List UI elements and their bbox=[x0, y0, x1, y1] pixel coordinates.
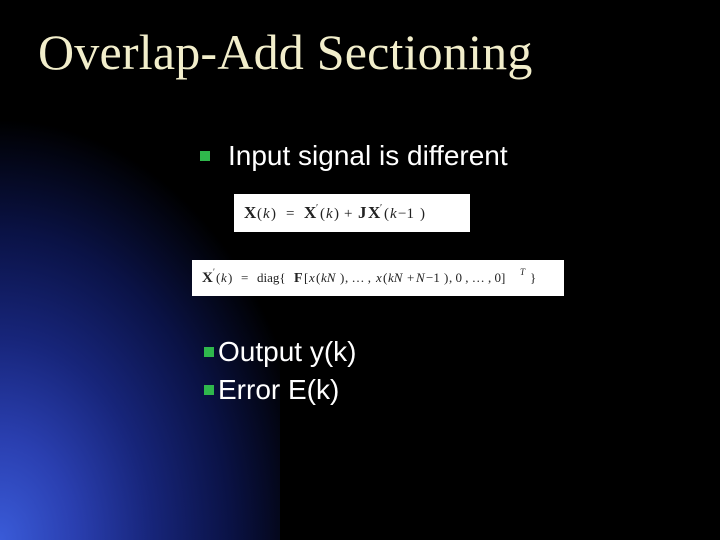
svg-text:k: k bbox=[263, 206, 270, 222]
svg-text:X: X bbox=[202, 270, 213, 286]
svg-text:}: } bbox=[530, 270, 536, 285]
svg-text:x: x bbox=[308, 270, 315, 285]
bullet-text-error: Error E(k) bbox=[218, 374, 339, 406]
svg-text:[: [ bbox=[304, 270, 308, 285]
svg-text:+: + bbox=[407, 270, 414, 285]
square-bullet-icon bbox=[200, 151, 210, 161]
equation-2-container: X ′ ( k ) = diag{ F [ x ( kN ) , … , bbox=[192, 260, 690, 296]
svg-text:k: k bbox=[390, 206, 397, 222]
svg-text:diag{: diag{ bbox=[257, 270, 286, 285]
svg-text:): ) bbox=[444, 270, 448, 285]
svg-text:): ) bbox=[340, 270, 344, 285]
svg-text:(: ( bbox=[384, 206, 389, 222]
svg-text:=: = bbox=[241, 270, 248, 285]
svg-text:(: ( bbox=[316, 270, 320, 285]
slide-body: Input signal is different X ( k ) = X ′ … bbox=[200, 140, 690, 412]
svg-text:F: F bbox=[294, 271, 303, 286]
svg-text:−1: −1 bbox=[398, 206, 414, 222]
svg-text:, … ,: , … , bbox=[345, 270, 371, 285]
svg-text:′: ′ bbox=[316, 203, 318, 214]
svg-text:x: x bbox=[375, 270, 382, 285]
svg-text:(: ( bbox=[320, 206, 325, 222]
svg-text:J: J bbox=[358, 203, 367, 222]
svg-text:+: + bbox=[344, 206, 352, 222]
lower-bullets: Output y(k) Error E(k) bbox=[204, 336, 690, 406]
svg-text:T: T bbox=[520, 267, 526, 277]
svg-text:k: k bbox=[326, 206, 333, 222]
bullet-row-input: Input signal is different bbox=[200, 140, 690, 172]
equation-2: X ′ ( k ) = diag{ F [ x ( kN ) , … , bbox=[192, 260, 564, 296]
svg-text:): ) bbox=[420, 206, 425, 222]
svg-text:kN: kN bbox=[388, 270, 404, 285]
svg-text:): ) bbox=[228, 270, 232, 285]
square-bullet-icon bbox=[204, 347, 214, 357]
svg-text:N: N bbox=[415, 270, 426, 285]
square-bullet-icon bbox=[204, 385, 214, 395]
slide-title: Overlap-Add Sectioning bbox=[38, 26, 700, 79]
bullet-row-output: Output y(k) bbox=[204, 336, 690, 368]
svg-text:, 0 , … , 0]: , 0 , … , 0] bbox=[449, 270, 505, 285]
svg-text:=: = bbox=[286, 206, 294, 222]
svg-text:(: ( bbox=[257, 206, 262, 222]
svg-text:): ) bbox=[334, 206, 339, 222]
svg-text:(: ( bbox=[216, 270, 220, 285]
svg-text:X: X bbox=[244, 203, 257, 222]
slide: Overlap-Add Sectioning Input signal is d… bbox=[0, 0, 720, 540]
bullet-row-error: Error E(k) bbox=[204, 374, 690, 406]
svg-text:(: ( bbox=[383, 270, 387, 285]
svg-text:′: ′ bbox=[213, 267, 215, 277]
equation-1: X ( k ) = X ′ ( k ) + J X ′ ( bbox=[234, 194, 470, 232]
svg-text:): ) bbox=[271, 206, 276, 222]
svg-text:−1: −1 bbox=[426, 270, 440, 285]
svg-text:kN: kN bbox=[321, 270, 337, 285]
equation-1-container: X ( k ) = X ′ ( k ) + J X ′ ( bbox=[234, 194, 690, 232]
bullet-text-output: Output y(k) bbox=[218, 336, 356, 368]
svg-text:′: ′ bbox=[380, 203, 382, 214]
svg-text:k: k bbox=[221, 270, 227, 285]
bullet-text-input: Input signal is different bbox=[228, 140, 508, 172]
